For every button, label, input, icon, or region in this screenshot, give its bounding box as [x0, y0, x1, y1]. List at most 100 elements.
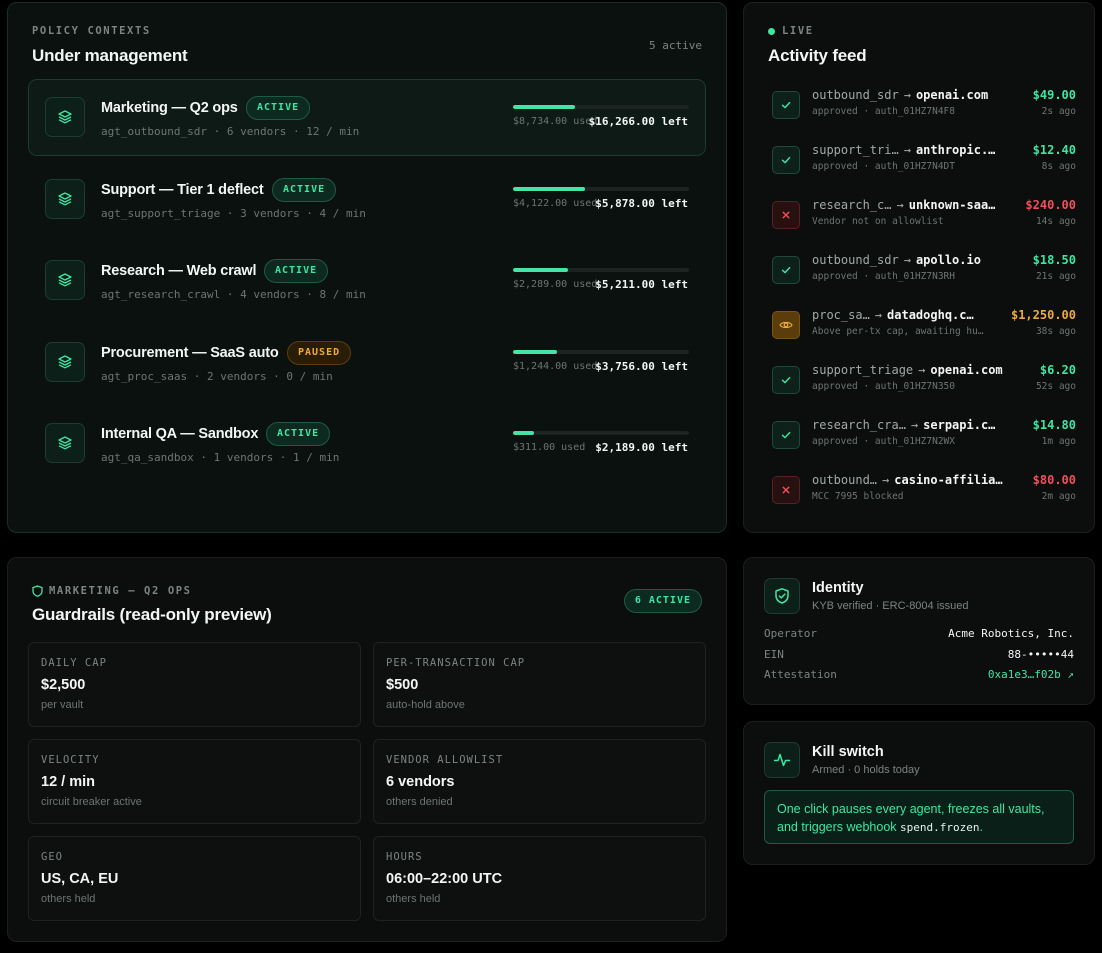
feed-eyebrow: LIVE [782, 25, 814, 37]
guardrail-card: VENDOR ALLOWLIST 6 vendors others denied [373, 739, 706, 824]
check-icon [772, 421, 800, 449]
budget-used: $8,734.00 used [513, 116, 598, 127]
identity-value: 88-•••••44 [1007, 647, 1074, 661]
feed-vendor: casino-affilia… [894, 473, 1003, 487]
identity-row: Operator Acme Robotics, Inc. [764, 627, 1074, 643]
kill-switch-button[interactable]: One click pauses every agent, freezes al… [764, 790, 1074, 844]
policy-details: agt_research_crawl · 4 vendors · 8 / min [101, 288, 366, 301]
feed-item[interactable]: support_tri… → anthropic.… $12.40 approved ·… [772, 140, 1076, 180]
policy-name: Internal QA — Sandbox [101, 426, 259, 442]
feed-time: 2s ago [1041, 106, 1076, 117]
budget-used: $311.00 used [513, 442, 586, 453]
feed-detail: MCC 7995 blocked [812, 491, 904, 502]
policy-status-badge: ACTIVE [272, 177, 337, 202]
policy-details: agt_outbound_sdr · 6 vendors · 12 / min [101, 125, 360, 138]
identity-value: Acme Robotics, Inc. [948, 627, 1074, 640]
feed-vendor: unknown-saa… [908, 198, 996, 212]
feed-amount: $6.20 [1039, 363, 1076, 377]
arrow-icon: → [903, 253, 911, 267]
check-icon [772, 366, 800, 394]
policy-details: agt_qa_sandbox · 1 vendors · 1 / min [101, 451, 340, 464]
identity-title: Identity [812, 580, 864, 596]
guardrail-label: VELOCITY [41, 754, 100, 766]
feed-time: 21s ago [1035, 271, 1076, 282]
guardrails-panel: MARKETING — Q2 OPS Guardrails (read-only… [7, 557, 727, 942]
kill-switch-title: Kill switch [812, 744, 884, 760]
identity-key: Attestation [764, 668, 837, 681]
identity-row: Attestation 0xa1e3…f02b ↗ [764, 668, 1074, 684]
policy-row[interactable]: Support — Tier 1 deflect ACTIVE agt_suppor… [28, 161, 706, 238]
guardrail-value: 06:00–22:00 UTC [386, 871, 503, 887]
feed-item[interactable]: research_c… → unknown-saa… $240.00 Vendor no… [772, 195, 1076, 235]
feed-agent: outbound_sdr [812, 88, 899, 102]
feed-amount: $80.00 [1032, 473, 1076, 487]
feed-amount: $18.50 [1032, 253, 1076, 267]
kill-switch-panel: Kill switch Armed · 0 holds today One cl… [743, 721, 1095, 865]
guardrail-label: PER-TRANSACTION CAP [386, 657, 526, 669]
identity-key: Operator [764, 627, 817, 640]
policy-row[interactable]: Internal QA — Sandbox ACTIVE agt_qa_sandbo… [28, 405, 706, 482]
feed-agent: support_triage [812, 363, 914, 377]
feed-item[interactable]: research_cra… → serpapi.c… $14.80 approved ·… [772, 415, 1076, 455]
feed-time: 2m ago [1041, 491, 1076, 502]
layers-icon [45, 260, 85, 300]
feed-item[interactable]: support_triage → openai.com $6.20 approved ·… [772, 360, 1076, 400]
policy-name: Procurement — SaaS auto [101, 344, 279, 361]
feed-agent: proc_sa… [812, 308, 870, 322]
arrow-icon: → [874, 308, 883, 322]
feed-item[interactable]: proc_sa… → datadoghq.c… $1,250.00 Above per-… [772, 305, 1076, 345]
guardrails-title: Guardrails (read-only preview) [32, 605, 272, 624]
x-icon [772, 201, 800, 229]
guardrail-value: 12 / min [41, 774, 95, 790]
feed-vendor: openai.com [930, 363, 1003, 377]
guardrail-label: GEO [41, 851, 63, 863]
check-icon [772, 146, 800, 174]
budget-left: $5,878.00 left [595, 196, 688, 210]
activity-feed-panel: LIVE Activity feed outbound_sdr → openai.c… [743, 2, 1095, 533]
feed-detail: approved · auth_01HZ7N4F8 [812, 106, 955, 117]
check-icon [772, 256, 800, 284]
policy-status-badge: ACTIVE [266, 422, 331, 446]
policy-details: agt_proc_saas · 2 vendors · 0 / min [101, 369, 333, 383]
budget-left: $3,756.00 left [595, 359, 688, 373]
feed-agent: outbound_sdr [812, 253, 899, 267]
feed-vendor: datadoghq.c… [887, 308, 974, 322]
guardrail-note: others denied [386, 796, 453, 808]
guardrails-eyebrow: MARKETING — Q2 OPS [49, 585, 192, 597]
shield-icon [32, 585, 43, 597]
attestation-link[interactable]: 0xa1e3…f02b ↗ [988, 668, 1074, 681]
guardrail-card: HOURS 06:00–22:00 UTC others held [373, 836, 706, 921]
feed-detail: Above per-tx cap, awaiting hu… [812, 326, 984, 337]
kill-switch-status: Armed · 0 holds today [812, 764, 920, 776]
policy-details: agt_support_triage · 3 vendors · 4 / min [101, 206, 366, 220]
layers-icon [45, 341, 85, 382]
arrow-icon: → [903, 88, 911, 102]
policy-count: 5 active [649, 39, 702, 52]
policy-row[interactable]: Research — Web crawl ACTIVE agt_research_c… [28, 242, 706, 319]
feed-vendor: openai.com [915, 88, 989, 102]
feed-time: 1m ago [1041, 436, 1076, 447]
guardrail-value: 6 vendors [386, 774, 455, 790]
guardrails-active-badge: 6 ACTIVE [623, 589, 702, 613]
budget-progress-bar [513, 268, 689, 272]
budget-used: $1,244.00 used [513, 360, 598, 372]
budget-left: $2,189.00 left [595, 441, 688, 454]
feed-amount: $1,250.00 [1010, 308, 1076, 322]
feed-detail: approved · auth_01HZ7N350 [812, 381, 955, 392]
feed-item[interactable]: outbound_sdr → openai.com $49.00 approved · … [772, 85, 1076, 125]
kill-switch-note-end: . [979, 820, 983, 834]
guardrail-card: PER-TRANSACTION CAP $500 auto-hold above [373, 642, 706, 727]
feed-agent: research_cra… [812, 418, 906, 432]
identity-subtitle: KYB verified · ERC-8004 issued [812, 600, 969, 612]
arrow-icon: → [903, 143, 911, 157]
policy-row[interactable]: Procurement — SaaS auto PAUSED agt_proc_sa… [28, 324, 706, 401]
policy-row[interactable]: Marketing — Q2 ops ACTIVE agt_outbound_sdr… [28, 79, 706, 156]
guardrail-value: $500 [386, 677, 419, 693]
identity-panel: Identity KYB verified · ERC-8004 issued … [743, 557, 1095, 705]
identity-key: EIN [764, 647, 784, 661]
feed-item[interactable]: outbound… → casino-affilia… $80.00 MCC 7995 … [772, 470, 1076, 510]
guardrail-value: US, CA, EU [41, 871, 119, 887]
guardrail-note: circuit breaker active [41, 796, 142, 808]
feed-time: 38s ago [1035, 326, 1076, 337]
feed-item[interactable]: outbound_sdr → apollo.io $18.50 approved · a… [772, 250, 1076, 290]
